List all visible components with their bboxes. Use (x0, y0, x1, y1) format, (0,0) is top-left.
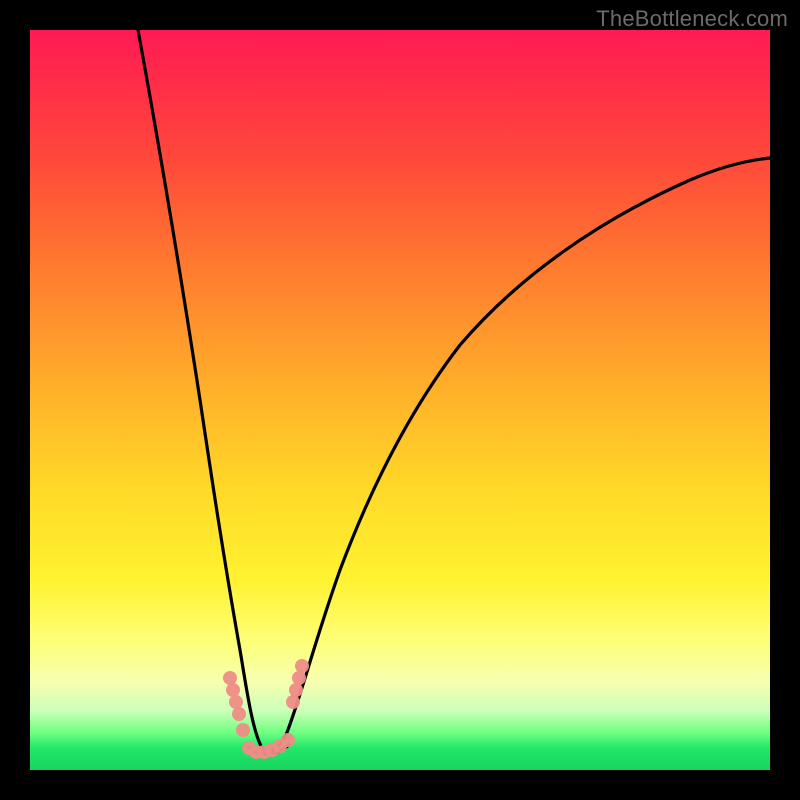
marker-dot (223, 671, 237, 685)
plot-area (30, 30, 770, 770)
marker-dot (281, 733, 295, 747)
marker-dot (295, 659, 309, 673)
watermark-text: TheBottleneck.com (596, 6, 788, 32)
chart-svg (30, 30, 770, 770)
marker-dot (286, 695, 300, 709)
marker-dot (226, 683, 240, 697)
marker-dot (236, 723, 250, 737)
marker-dot (232, 707, 246, 721)
bottleneck-curve (138, 30, 770, 751)
marker-dot (229, 695, 243, 709)
marker-dot (289, 683, 303, 697)
marker-dot (292, 671, 306, 685)
